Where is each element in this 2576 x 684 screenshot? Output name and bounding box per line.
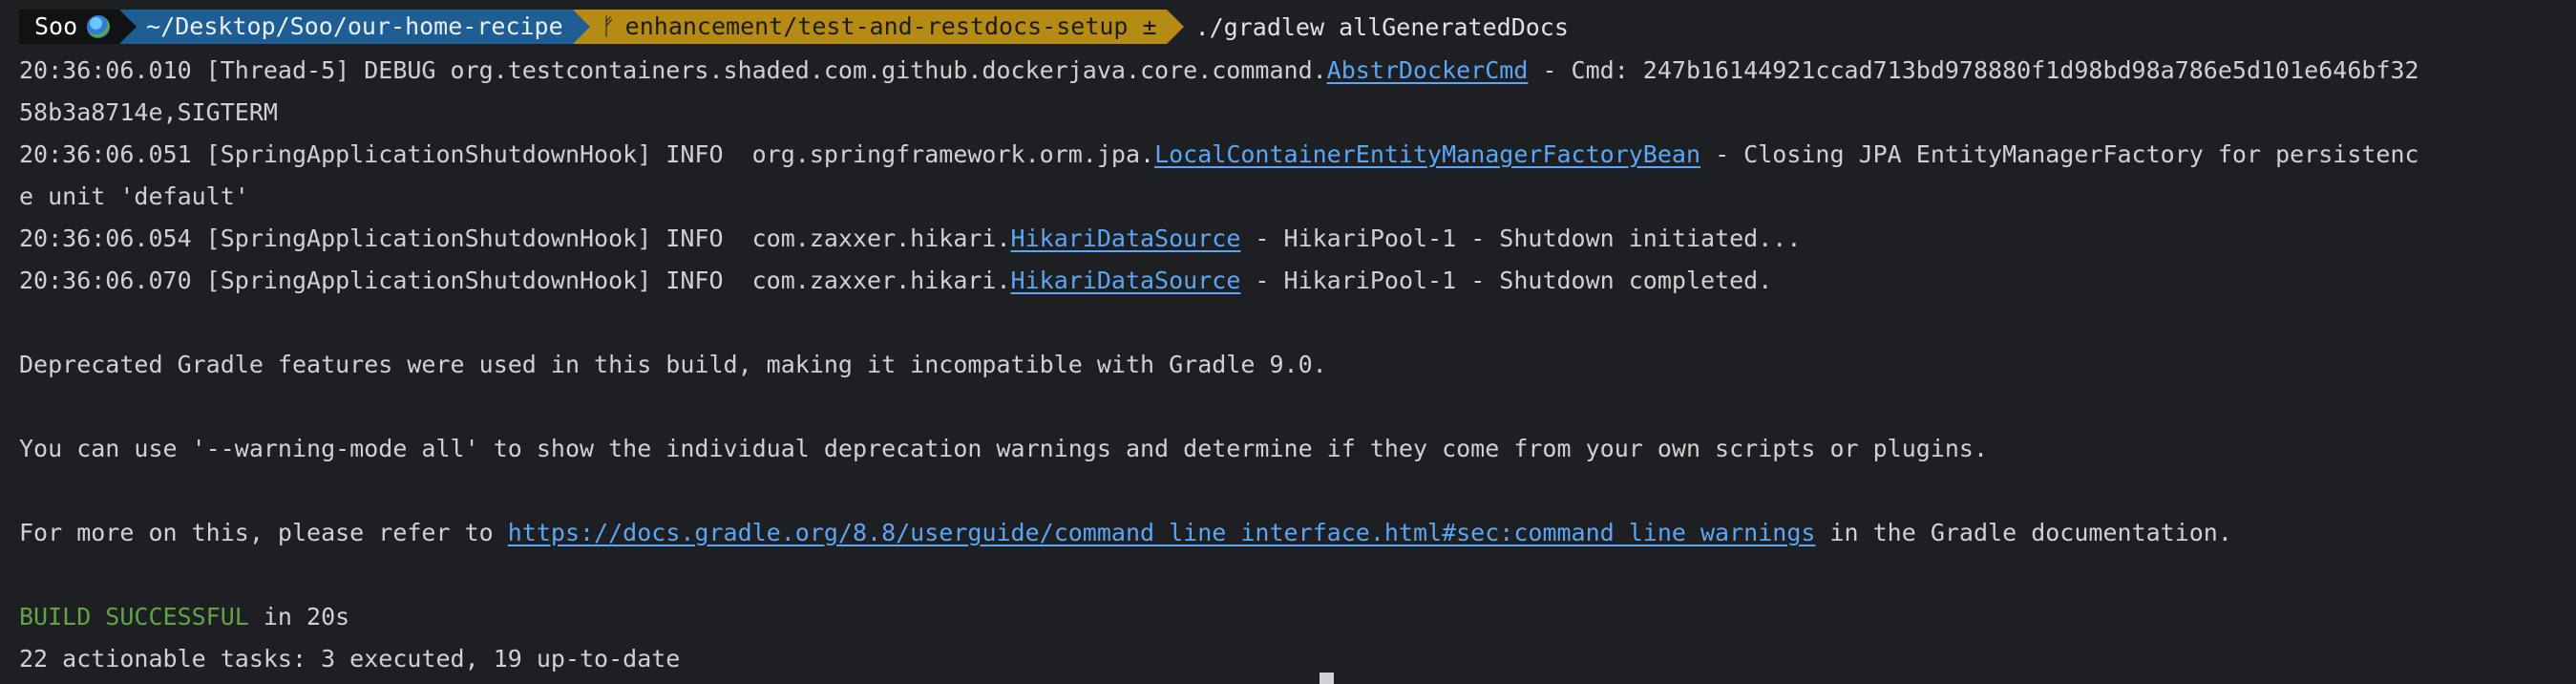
log-line-continuation: e unit 'default' — [19, 178, 249, 216]
log-text: 20:36:06.070 [SpringApplicationShutdownH… — [19, 267, 1011, 294]
log-text: 20:36:06.010 [Thread-5] DEBUG org.testco… — [19, 56, 1327, 84]
refer-message: For more on this, please refer to https:… — [19, 514, 2232, 552]
prompt-branch: enhancement/test-and-restdocs-setup ± — [624, 12, 1157, 40]
deprecation-message: Deprecated Gradle features were used in … — [19, 351, 1327, 378]
build-result: BUILD SUCCESSFUL in 20s — [19, 598, 349, 636]
log-line: 20:36:06.054 [SpringApplicationShutdownH… — [19, 220, 1801, 258]
class-link[interactable]: LocalContainerEntityManagerFactoryBean — [1154, 140, 1700, 168]
log-text: - HikariPool-1 - Shutdown completed. — [1240, 267, 1773, 294]
segment-separator-icon — [119, 10, 137, 44]
warning-mode-message: You can use '--warning-mode all' to show… — [19, 435, 1989, 462]
log-text: - Closing JPA EntityManagerFactory for p… — [1700, 140, 2419, 168]
log-text: - Cmd: 247b16144921ccad713bd978880f1d98b… — [1528, 56, 2419, 84]
log-text: 20:36:06.051 [SpringApplicationShutdownH… — [19, 140, 1155, 168]
prompt-directory-segment: ~/Desktop/Soo/our-home-recipe — [119, 10, 590, 44]
shell-prompt: Soo ~/Desktop/Soo/our-home-recipe ᚠ enha… — [19, 8, 1569, 46]
build-status: BUILD SUCCESSFUL — [19, 603, 249, 631]
class-link[interactable]: AbstrDockerCmd — [1327, 56, 1529, 84]
build-time: in 20s — [248, 603, 350, 631]
segment-separator-icon — [1166, 10, 1184, 44]
prompt-user-segment: Soo — [19, 10, 137, 44]
terminal-cursor — [1320, 673, 1334, 684]
log-line: 20:36:06.051 [SpringApplicationShutdownH… — [19, 136, 2419, 174]
prompt-user: Soo — [34, 12, 78, 40]
prompt-git-segment: ᚠ enhancement/test-and-restdocs-setup ± — [572, 10, 1184, 44]
segment-separator-icon — [572, 10, 590, 44]
log-line-continuation: 58b3a8714e,SIGTERM — [19, 94, 278, 132]
terminal-window[interactable]: Soo ~/Desktop/Soo/our-home-recipe ᚠ enha… — [0, 0, 2576, 684]
log-text: 58b3a8714e,SIGTERM — [19, 98, 278, 126]
log-text: - HikariPool-1 - Shutdown initiated... — [1240, 224, 1802, 252]
prompt-command: ./gradlew allGeneratedDocs — [1194, 12, 1569, 41]
refer-text: For more on this, please refer to — [19, 519, 508, 546]
refer-text: in the Gradle documentation. — [1815, 519, 2232, 546]
log-text: 20:36:06.054 [SpringApplicationShutdownH… — [19, 224, 1011, 252]
git-branch-icon: ᚠ — [601, 12, 616, 40]
task-summary: 22 actionable tasks: 3 executed, 19 up-t… — [19, 645, 681, 673]
class-link[interactable]: HikariDataSource — [1011, 224, 1241, 252]
log-text: e unit 'default' — [19, 182, 249, 210]
globe-icon — [87, 15, 111, 38]
log-line: 20:36:06.010 [Thread-5] DEBUG org.testco… — [19, 52, 2419, 90]
gradle-docs-link[interactable]: https://docs.gradle.org/8.8/userguide/co… — [508, 519, 1816, 546]
prompt-directory: ~/Desktop/Soo/our-home-recipe — [146, 12, 563, 40]
log-line: 20:36:06.070 [SpringApplicationShutdownH… — [19, 262, 1772, 300]
class-link[interactable]: HikariDataSource — [1011, 267, 1241, 294]
